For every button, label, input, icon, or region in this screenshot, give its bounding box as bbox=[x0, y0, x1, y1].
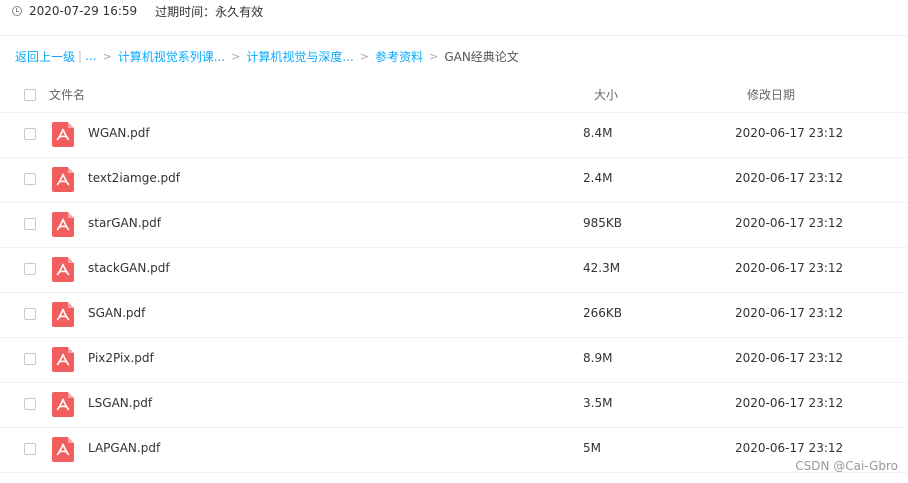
row-checkbox[interactable] bbox=[24, 308, 36, 320]
table-row[interactable]: text2iamge.pdf 2.4M 2020-06-17 23:12 bbox=[0, 157, 908, 203]
row-checkbox[interactable] bbox=[24, 218, 36, 230]
breadcrumb-pipe: | bbox=[78, 49, 83, 63]
breadcrumb-separator: > bbox=[429, 49, 439, 63]
divider bbox=[0, 35, 908, 36]
expire-value: 永久有效 bbox=[215, 4, 264, 19]
file-modified-date: 2020-06-17 23:12 bbox=[735, 171, 844, 185]
breadcrumb-separator: > bbox=[102, 49, 112, 63]
file-modified-date: 2020-06-17 23:12 bbox=[735, 126, 844, 140]
row-checkbox[interactable] bbox=[24, 353, 36, 365]
file-table-header: 文件名 大小 修改日期 bbox=[0, 80, 908, 113]
pdf-file-icon bbox=[52, 437, 74, 462]
column-header-name[interactable]: 文件名 bbox=[49, 86, 85, 103]
created-time: 2020-07-29 16:59 bbox=[29, 4, 138, 18]
share-info-bar: 2020-07-29 16:59 过期时间： 永久有效 bbox=[12, 3, 263, 19]
file-modified-date: 2020-06-17 23:12 bbox=[735, 351, 844, 365]
table-row[interactable]: LAPGAN.pdf 5M 2020-06-17 23:12 bbox=[0, 427, 908, 473]
file-size: 42.3M bbox=[583, 261, 621, 275]
table-row[interactable]: stackGAN.pdf 42.3M 2020-06-17 23:12 bbox=[0, 247, 908, 293]
file-size: 3.5M bbox=[583, 396, 613, 410]
column-header-size[interactable]: 大小 bbox=[594, 86, 618, 103]
watermark: CSDN @Cai-Gbro bbox=[795, 459, 898, 473]
breadcrumb: 返回上一级 | ... > 计算机视觉系列课... > 计算机视觉与深度... … bbox=[15, 47, 519, 65]
table-row[interactable]: WGAN.pdf 8.4M 2020-06-17 23:12 bbox=[0, 112, 908, 158]
file-size: 2.4M bbox=[583, 171, 613, 185]
pdf-file-icon bbox=[52, 302, 74, 327]
breadcrumb-ellipsis-link[interactable]: ... bbox=[85, 49, 96, 63]
breadcrumb-back-link[interactable]: 返回上一级 bbox=[15, 48, 75, 65]
file-modified-date: 2020-06-17 23:12 bbox=[735, 441, 844, 455]
file-name-link[interactable]: SGAN.pdf bbox=[88, 306, 145, 320]
file-name-link[interactable]: text2iamge.pdf bbox=[88, 171, 180, 185]
file-size: 5M bbox=[583, 441, 601, 455]
row-checkbox[interactable] bbox=[24, 173, 36, 185]
breadcrumb-item-cv-dl[interactable]: 计算机视觉与深度... bbox=[246, 48, 353, 65]
breadcrumb-current: GAN经典论文 bbox=[444, 49, 519, 64]
table-row[interactable]: starGAN.pdf 985KB 2020-06-17 23:12 bbox=[0, 202, 908, 248]
table-row[interactable]: Pix2Pix.pdf 8.9M 2020-06-17 23:12 bbox=[0, 337, 908, 383]
file-name-link[interactable]: starGAN.pdf bbox=[88, 216, 161, 230]
breadcrumb-item-course[interactable]: 计算机视觉系列课... bbox=[118, 48, 225, 65]
expire-label: 过期时间： bbox=[155, 4, 216, 19]
file-size: 8.4M bbox=[583, 126, 613, 140]
file-name-link[interactable]: WGAN.pdf bbox=[88, 126, 150, 140]
pdf-file-icon bbox=[52, 257, 74, 282]
row-checkbox[interactable] bbox=[24, 443, 36, 455]
file-modified-date: 2020-06-17 23:12 bbox=[735, 396, 844, 410]
row-checkbox[interactable] bbox=[24, 398, 36, 410]
row-checkbox[interactable] bbox=[24, 263, 36, 275]
file-name-link[interactable]: LAPGAN.pdf bbox=[88, 441, 160, 455]
file-size: 8.9M bbox=[583, 351, 613, 365]
file-name-link[interactable]: LSGAN.pdf bbox=[88, 396, 152, 410]
file-size: 266KB bbox=[583, 306, 623, 320]
breadcrumb-separator: > bbox=[359, 49, 370, 63]
pdf-file-icon bbox=[52, 392, 74, 417]
table-row[interactable]: SGAN.pdf 266KB 2020-06-17 23:12 bbox=[0, 292, 908, 338]
table-row[interactable]: LSGAN.pdf 3.5M 2020-06-17 23:12 bbox=[0, 382, 908, 428]
pdf-file-icon bbox=[52, 212, 74, 237]
breadcrumb-separator: > bbox=[231, 49, 241, 63]
clock-icon bbox=[12, 6, 22, 16]
file-modified-date: 2020-06-17 23:12 bbox=[735, 216, 844, 230]
pdf-file-icon bbox=[52, 167, 74, 192]
file-name-link[interactable]: Pix2Pix.pdf bbox=[88, 351, 154, 365]
file-modified-date: 2020-06-17 23:12 bbox=[735, 261, 844, 275]
file-modified-date: 2020-06-17 23:12 bbox=[735, 306, 844, 320]
pdf-file-icon bbox=[52, 122, 74, 147]
select-all-checkbox[interactable] bbox=[24, 89, 36, 101]
row-checkbox[interactable] bbox=[24, 128, 36, 140]
breadcrumb-item-references[interactable]: 参考资料 bbox=[375, 48, 423, 65]
file-name-link[interactable]: stackGAN.pdf bbox=[88, 261, 170, 275]
file-size: 985KB bbox=[583, 216, 623, 230]
column-header-date[interactable]: 修改日期 bbox=[747, 86, 795, 103]
pdf-file-icon bbox=[52, 347, 74, 372]
